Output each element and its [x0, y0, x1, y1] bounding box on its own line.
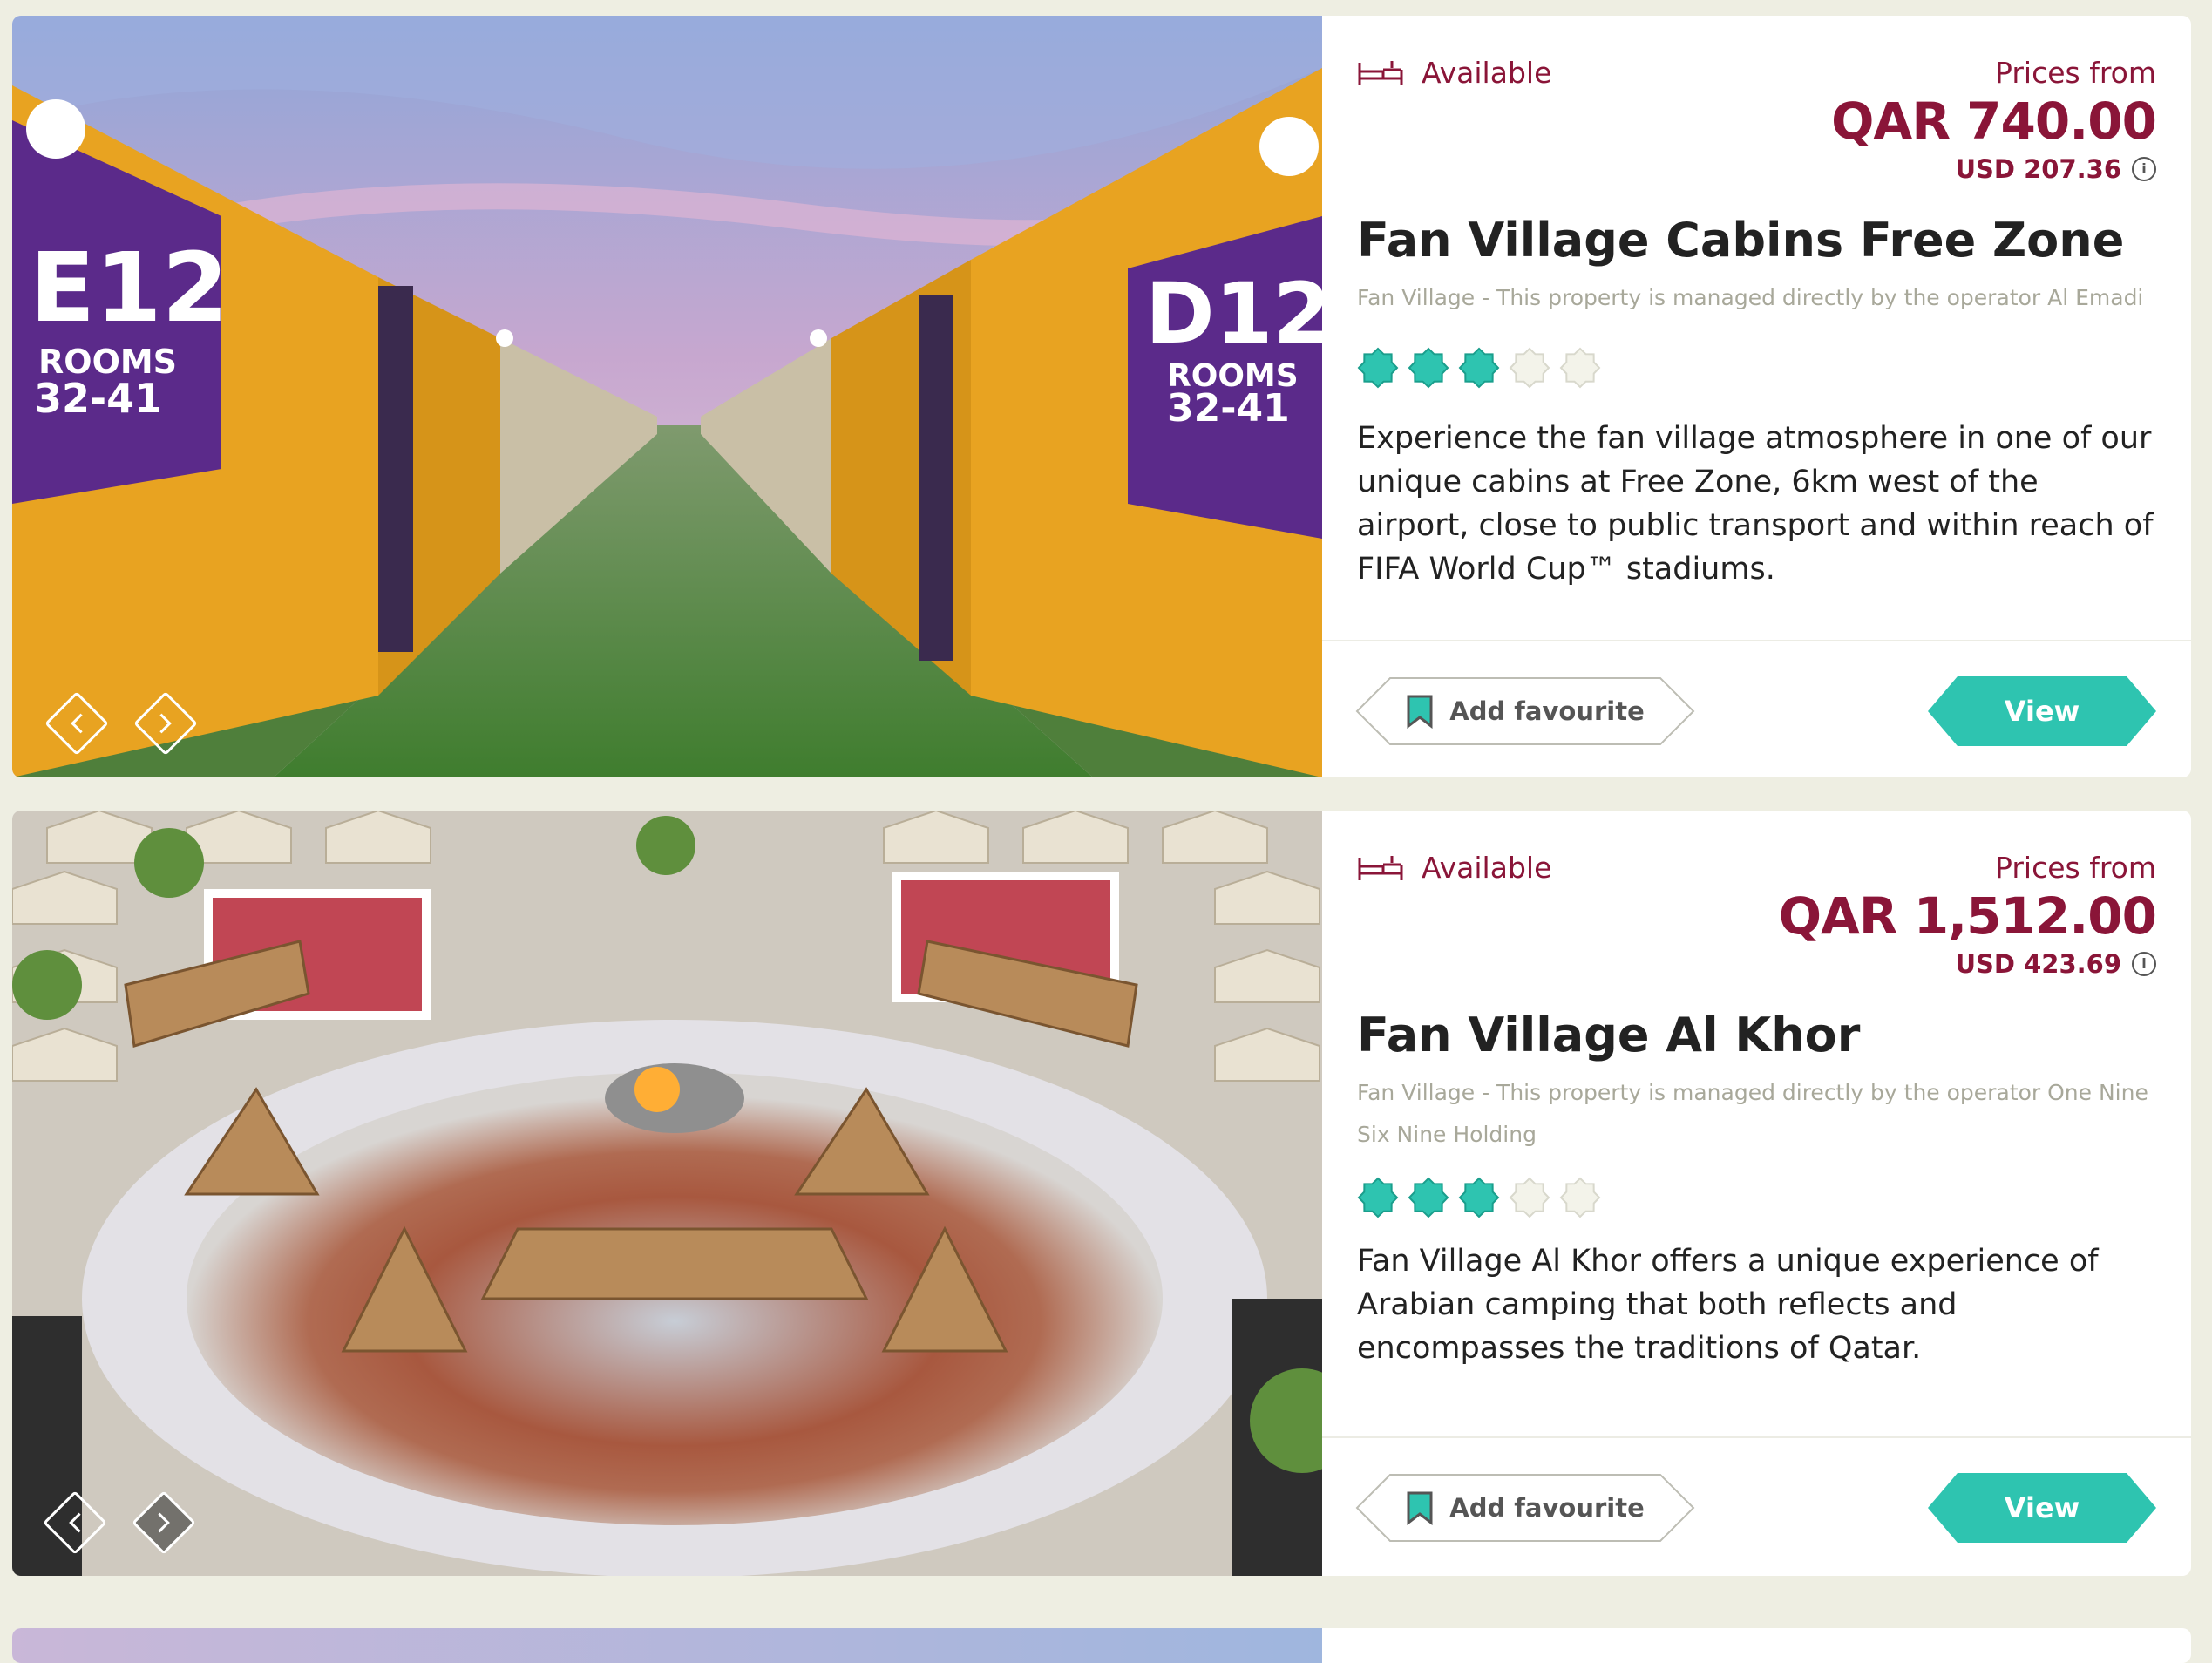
price-usd: USD 423.69 — [1955, 949, 2121, 979]
listing-image[interactable] — [12, 1628, 1322, 1663]
star-filled-icon — [1458, 1177, 1500, 1218]
bed-icon — [1358, 855, 1403, 880]
svg-text:E12: E12 — [30, 232, 228, 343]
listing-card — [12, 1628, 2191, 1663]
star-rating — [1357, 347, 1601, 389]
listing-title: Fan Village Al Khor — [1357, 1008, 1861, 1062]
listing-card: Available Prices from QAR 1,512.00 USD 4… — [12, 811, 2191, 1576]
bed-icon — [1358, 60, 1403, 85]
chevron-right-icon — [150, 1512, 170, 1533]
svg-text:32-41: 32-41 — [34, 375, 162, 422]
divider — [1322, 1436, 2191, 1438]
star-filled-icon — [1357, 1177, 1399, 1218]
availability: Available — [1357, 56, 1551, 90]
star-filled-icon — [1458, 347, 1500, 389]
cabins-photo: E12 ROOMS 32-41 D12 ROOMS 32-41 — [12, 16, 1322, 777]
view-label: View — [2004, 695, 2080, 728]
add-favourite-button[interactable]: Add favourite — [1355, 676, 1695, 746]
listing-image[interactable] — [12, 811, 1322, 1576]
price-usd-row: USD 423.69 i — [1779, 947, 2156, 981]
svg-text:D12: D12 — [1145, 265, 1322, 363]
view-button[interactable]: View — [1928, 1473, 2156, 1543]
star-empty-icon — [1559, 1177, 1601, 1218]
bookmark-icon — [1407, 1491, 1433, 1525]
info-icon[interactable]: i — [2132, 157, 2156, 181]
prices-from-label: Prices from — [1995, 56, 2156, 90]
price-usd-row: USD 207.36 i — [1831, 152, 2156, 187]
listing-card: E12 ROOMS 32-41 D12 ROOMS 32-41 Availabl… — [12, 16, 2191, 777]
star-empty-icon — [1509, 347, 1550, 389]
price-block: Prices from QAR 740.00 USD 207.36 i — [1831, 56, 2157, 187]
add-favourite-label: Add favourite — [1449, 1493, 1645, 1523]
view-button[interactable]: View — [1928, 676, 2156, 746]
price-qar: QAR 740.00 — [1831, 92, 2157, 151]
star-filled-icon — [1357, 347, 1399, 389]
availability: Available — [1357, 851, 1551, 885]
star-filled-icon — [1408, 1177, 1449, 1218]
price-qar: QAR 1,512.00 — [1778, 886, 2157, 946]
prices-from-label: Prices from — [1995, 851, 2156, 885]
chevron-left-icon — [69, 1512, 89, 1533]
listing-image[interactable]: E12 ROOMS 32-41 D12 ROOMS 32-41 — [12, 16, 1322, 777]
star-empty-icon — [1559, 347, 1601, 389]
listing-operator: Fan Village - This property is managed d… — [1357, 1080, 2148, 1147]
info-icon[interactable]: i — [2132, 952, 2156, 976]
listing-title: Fan Village Cabins Free Zone — [1357, 213, 2125, 268]
add-favourite-button[interactable]: Add favourite — [1355, 1473, 1695, 1543]
listing-info: Available Prices from QAR 1,512.00 USD 4… — [1322, 811, 2191, 1576]
star-rating — [1357, 1177, 1601, 1218]
listing-info: Available Prices from QAR 740.00 USD 207… — [1322, 16, 2191, 777]
svg-text:32-41: 32-41 — [1167, 386, 1290, 431]
listing-description: Experience the fan village atmosphere in… — [1357, 421, 2154, 587]
listing-operator: Fan Village - This property is managed d… — [1357, 285, 2144, 310]
star-empty-icon — [1509, 1177, 1550, 1218]
al-khor-camp-photo — [12, 811, 1322, 1576]
listing-description: Fan Village Al Khor offers a unique expe… — [1357, 1244, 2099, 1366]
availability-label: Available — [1422, 56, 1552, 90]
star-filled-icon — [1408, 347, 1449, 389]
price-block: Prices from QAR 1,512.00 USD 423.69 i — [1778, 851, 2157, 981]
chevron-left-icon — [71, 713, 91, 734]
view-label: View — [2004, 1491, 2080, 1524]
divider — [1322, 640, 2191, 641]
add-favourite-label: Add favourite — [1449, 696, 1645, 726]
chevron-right-icon — [152, 713, 172, 734]
bookmark-icon — [1407, 695, 1433, 729]
availability-label: Available — [1422, 851, 1552, 885]
price-usd: USD 207.36 — [1955, 154, 2121, 184]
